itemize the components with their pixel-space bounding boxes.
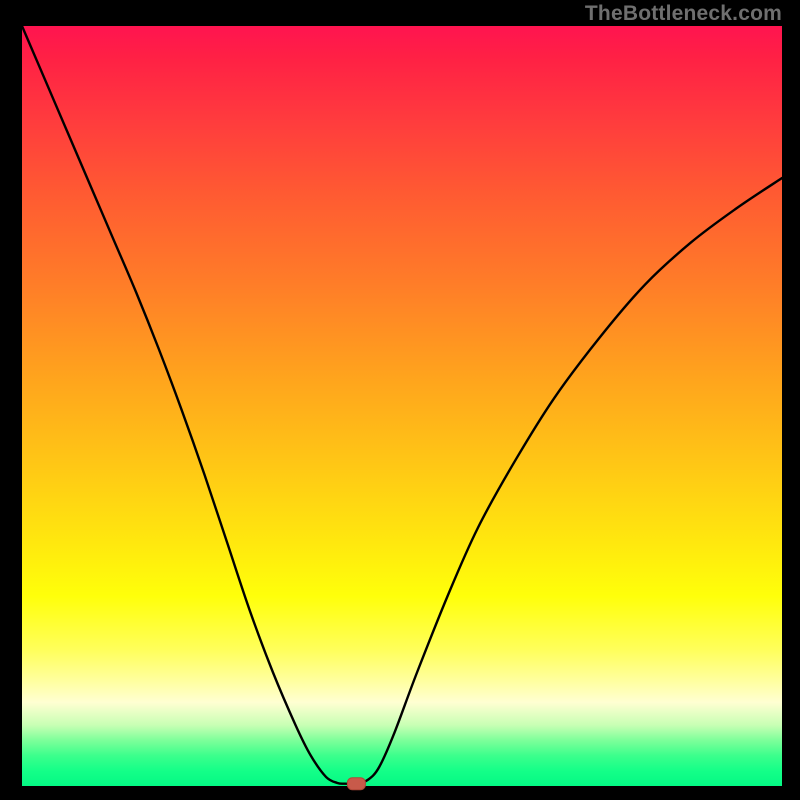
- plot-area: [22, 26, 782, 786]
- optimal-marker: [347, 778, 365, 790]
- bottleneck-curve: [22, 26, 782, 784]
- chart-svg: [22, 26, 782, 786]
- watermark-text: TheBottleneck.com: [585, 2, 782, 26]
- chart-frame: TheBottleneck.com: [0, 0, 800, 800]
